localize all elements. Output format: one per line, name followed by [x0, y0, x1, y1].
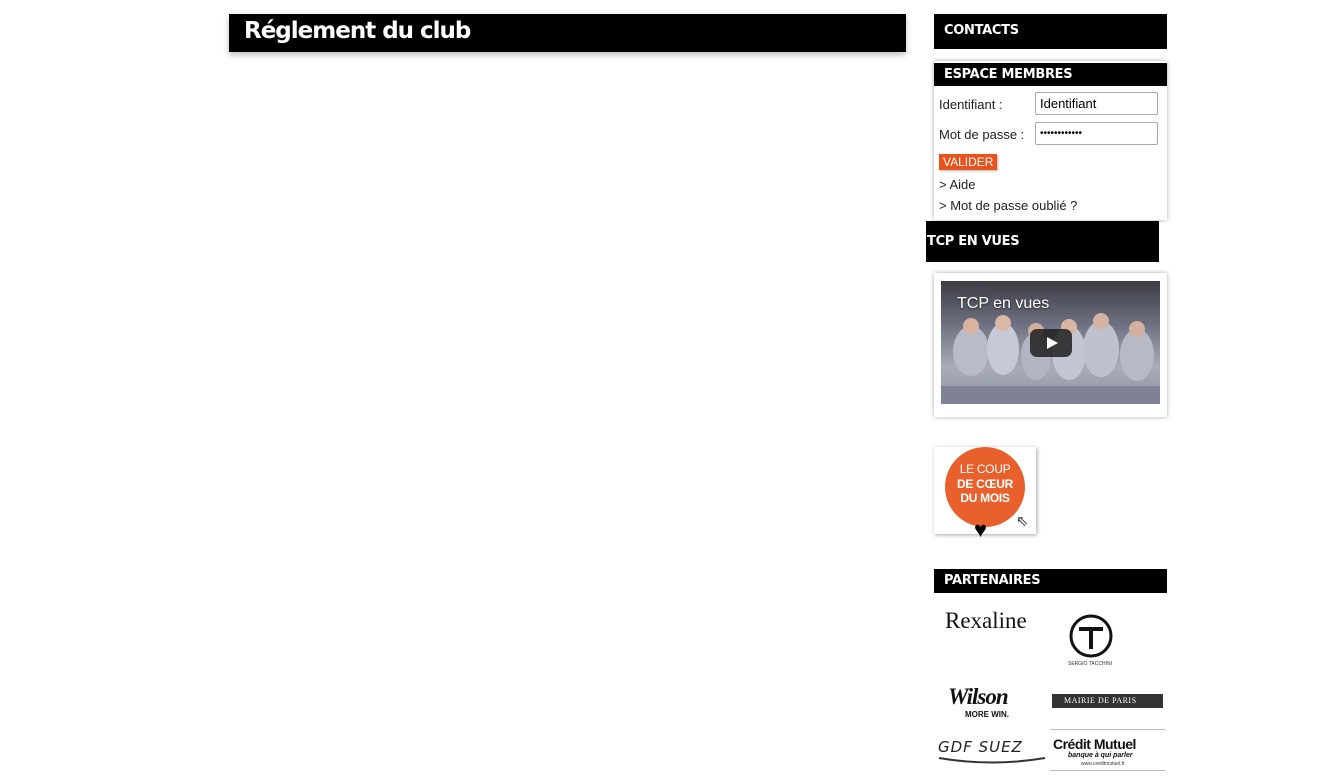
credit-mutuel-logo: Crédit Mutuel: [1053, 736, 1136, 752]
credit-mutuel-tagline: banque à qui parler: [1068, 752, 1133, 759]
credit-mutuel-url: www.creditmutuel.fr: [1081, 761, 1125, 767]
partner-wilson[interactable]: Wilson MORE WIN.: [948, 684, 1028, 720]
password-label: Mot de passe :: [939, 127, 1025, 142]
play-icon[interactable]: [1030, 329, 1072, 357]
contacts-link[interactable]: CONTACTS: [934, 14, 1167, 49]
validate-button[interactable]: VALIDER: [939, 154, 998, 170]
partner-credit-mutuel[interactable]: Crédit Mutuel banque à qui parler www.cr…: [1050, 729, 1165, 771]
coup-circle: LE COUP DE CŒUR DU MOIS: [945, 447, 1025, 527]
coup-line2: DE CŒUR: [957, 477, 1013, 491]
page-title: Réglement du club: [244, 18, 471, 44]
partner-sergio-tacchini[interactable]: SERGIO TACCHINI: [1066, 612, 1118, 670]
coup-line1: LE COUP: [959, 462, 1011, 476]
gdf-suez-swoosh-icon: [938, 757, 1046, 764]
username-label: Identifiant :: [939, 97, 1003, 112]
coup-de-coeur-banner[interactable]: LE COUP DE CŒUR DU MOIS ♥ ⇖: [934, 447, 1036, 547]
username-field[interactable]: [1035, 92, 1158, 115]
members-title: ESPACE MEMBRES: [944, 67, 1073, 82]
wilson-tagline: MORE WIN.: [965, 710, 1009, 719]
wilson-logo: Wilson: [948, 684, 1009, 709]
members-login-box: ESPACE MEMBRES Identifiant : Mot de pass…: [934, 61, 1167, 220]
video-title: TCP en vues: [957, 295, 1050, 312]
cursor-icon: ⇖: [1016, 513, 1029, 530]
rexaline-logo: Rexaline: [945, 608, 1027, 633]
partners-title: PARTENAIRES: [944, 573, 1041, 588]
tcp-header: TCP EN VUES: [926, 221, 1159, 262]
help-link[interactable]: > Aide: [939, 177, 976, 192]
partners-header: PARTENAIRES: [934, 569, 1167, 593]
partner-gdf-suez[interactable]: GDF SUEZ: [937, 737, 1047, 765]
forgot-password-link[interactable]: > Mot de passe oublié ?: [939, 198, 1077, 213]
sergio-tacchini-text: SERGIO TACCHINI: [1068, 661, 1112, 667]
gdf-suez-logo: GDF SUEZ: [938, 738, 1023, 756]
tcp-title: TCP EN VUES: [927, 234, 1020, 249]
partner-rexaline[interactable]: Rexaline: [945, 608, 1040, 640]
video-frame: TCP en vues: [934, 273, 1167, 417]
page-title-bar: Réglement du club: [229, 14, 906, 52]
contacts-label: CONTACTS: [944, 23, 1019, 38]
sergio-tacchini-logo-icon: [1069, 614, 1113, 658]
heart-icon: ♥: [974, 517, 988, 542]
mairie-de-paris-logo: MAIRIE DE PARIS: [1064, 696, 1137, 705]
partner-mairie-de-paris[interactable]: MAIRIE DE PARIS: [1052, 694, 1163, 708]
coup-line3: DU MOIS: [960, 491, 1010, 505]
video-player[interactable]: TCP en vues: [941, 281, 1160, 404]
password-field[interactable]: [1035, 122, 1158, 145]
members-header: ESPACE MEMBRES: [934, 63, 1167, 86]
